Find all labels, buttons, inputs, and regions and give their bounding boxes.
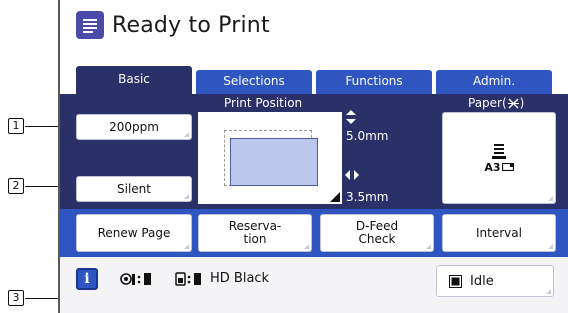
paper-label: Paper( ) [468, 96, 524, 110]
reservation-button[interactable]: Reserva- tion [198, 214, 312, 252]
document-list-icon [76, 11, 104, 39]
speed-button[interactable]: 200ppm [76, 114, 192, 140]
corner-mark [184, 194, 189, 199]
corner-triangle-icon [330, 192, 340, 202]
status-bar: i HD Black Idle [60, 257, 568, 313]
master-icon [120, 273, 151, 285]
idle-indicator-icon [449, 274, 462, 288]
title-bar: Ready to Print [76, 8, 270, 42]
print-position-button[interactable] [198, 112, 342, 204]
idle-label: Idle [470, 273, 494, 289]
corner-mark [304, 244, 309, 249]
speed-button-label: 200ppm [109, 120, 159, 134]
button-line-2: Check [358, 232, 396, 246]
corner-mark [546, 289, 551, 294]
basic-settings-area: 200ppm Silent Print Position 5.0mm 3.5mm… [60, 94, 568, 209]
paper-button[interactable]: A3 [442, 112, 556, 204]
action-button-row: Renew Page Reserva- tion D-Feed Check In… [60, 209, 568, 257]
tab-functions[interactable]: Functions [316, 70, 432, 94]
print-position-label: Print Position [224, 96, 303, 110]
tab-row: Basic Selections Functions Admin. [60, 66, 568, 94]
horizontal-offset-value: 3.5mm [346, 190, 389, 204]
corner-mark [548, 196, 553, 201]
ink-color-label: HD Black [210, 271, 270, 286]
print-area-preview [230, 138, 318, 186]
paper-label-close: ) [519, 96, 525, 110]
silent-button-label: Silent [117, 182, 151, 196]
tab-basic[interactable]: Basic [76, 66, 192, 94]
button-line-1: Interval [476, 225, 522, 240]
paper-label-text: Paper( [468, 96, 507, 110]
up-down-arrow-icon [346, 110, 356, 124]
d-feed-check-button[interactable]: D-Feed Check [320, 214, 434, 252]
idle-button[interactable]: Idle [436, 265, 554, 297]
silent-button[interactable]: Silent [76, 176, 192, 202]
device-panel: Ready to Print Basic Selections Function… [58, 0, 568, 313]
callout-1: 1 [8, 118, 24, 134]
callout-3: 3 [8, 290, 24, 306]
paper-size: A3 [484, 160, 514, 174]
ink-icon [175, 272, 201, 286]
page-title: Ready to Print [112, 12, 270, 38]
info-icon[interactable]: i [76, 268, 98, 290]
corner-mark [426, 244, 431, 249]
left-right-arrow-icon [345, 170, 359, 180]
interval-button[interactable]: Interval [442, 214, 556, 252]
button-line-1: Renew Page [97, 225, 171, 240]
renew-page-button[interactable]: Renew Page [76, 214, 192, 252]
tab-admin[interactable]: Admin. [436, 70, 552, 94]
corner-mark [548, 244, 553, 249]
vertical-offset-value: 5.0mm [346, 129, 389, 143]
corner-mark [184, 132, 189, 137]
tab-selections[interactable]: Selections [196, 70, 312, 94]
callout-2: 2 [8, 178, 24, 194]
corner-mark [184, 244, 189, 249]
paper-size-value: A3 [484, 160, 501, 174]
paper-type-icon [507, 98, 519, 108]
button-line-2: tion [243, 232, 267, 246]
landscape-icon [501, 163, 514, 171]
paper-tray-icon [492, 143, 506, 159]
